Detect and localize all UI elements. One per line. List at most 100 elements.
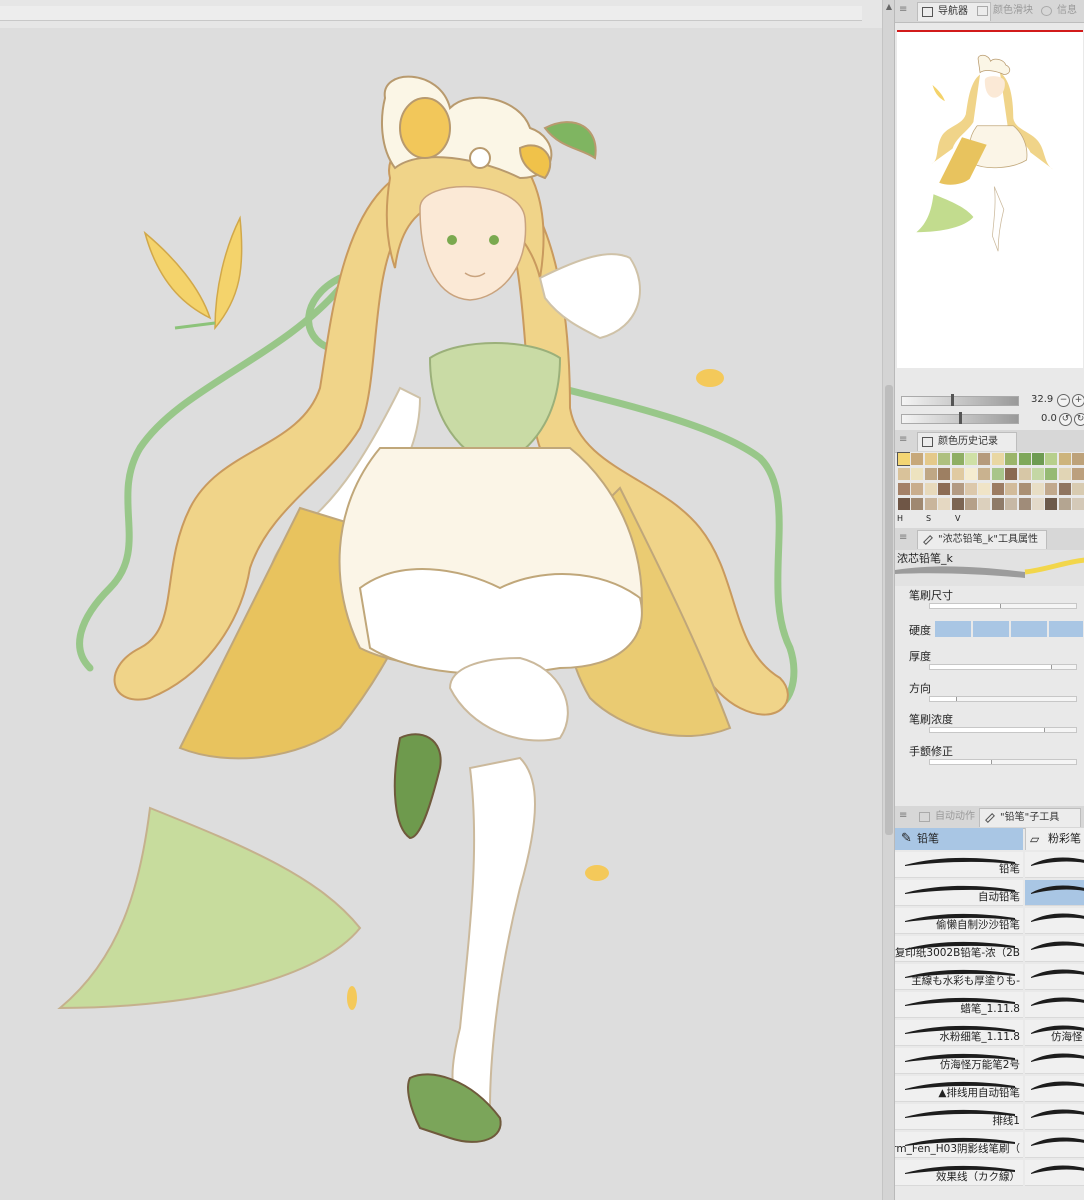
brush-item-secondary[interactable]	[1025, 852, 1084, 878]
zoom-slider[interactable]	[901, 396, 1019, 406]
navigator-preview[interactable]	[897, 30, 1083, 368]
color-swatch[interactable]	[1044, 452, 1059, 466]
brush-item[interactable]: 仿海怪万能笔2号	[895, 1048, 1023, 1074]
color-swatch[interactable]	[1017, 467, 1032, 481]
color-swatch[interactable]	[977, 467, 992, 481]
color-swatch[interactable]	[897, 482, 911, 496]
color-swatch[interactable]	[990, 497, 1005, 511]
color-swatch[interactable]	[1004, 497, 1019, 511]
color-swatch[interactable]	[1017, 452, 1032, 466]
color-swatch[interactable]	[1017, 497, 1032, 511]
color-swatch[interactable]	[937, 452, 952, 466]
color-swatch[interactable]	[1057, 467, 1072, 481]
color-swatch[interactable]	[1017, 482, 1032, 496]
subtool-group-pencil[interactable]: ✎ 铅笔	[895, 828, 1023, 850]
tab-tool-property[interactable]: "浓芯铅笔_k"工具属性	[917, 530, 1047, 549]
color-swatch[interactable]	[977, 482, 992, 496]
color-swatch[interactable]	[937, 497, 952, 511]
brush-item[interactable]: ▲排线用自动铅笔	[895, 1076, 1023, 1102]
brush-item[interactable]: 复印纸3002B铅笔-浓（2B	[895, 936, 1023, 962]
rotate-reset-icon[interactable]: ↺	[1059, 413, 1072, 426]
hardness-level-4[interactable]	[1049, 621, 1084, 637]
color-swatch[interactable]	[923, 467, 938, 481]
color-swatch[interactable]	[1031, 452, 1045, 466]
brush-item[interactable]: 铅笔	[895, 852, 1023, 878]
brush-item-secondary[interactable]: 仿海怪	[1025, 1020, 1084, 1046]
scroll-up-arrow-icon[interactable]: ▲	[884, 2, 894, 12]
color-swatch[interactable]	[990, 452, 1005, 466]
color-swatch[interactable]	[1071, 452, 1084, 466]
canvas-area[interactable]	[0, 0, 882, 1200]
brush-item-secondary[interactable]	[1025, 992, 1084, 1018]
color-swatch[interactable]	[1044, 497, 1059, 511]
panel-grip-icon[interactable]: ≡	[899, 811, 907, 821]
brush-item[interactable]: 偷懒自制沙沙铅笔	[895, 908, 1023, 934]
color-swatch[interactable]	[950, 497, 965, 511]
color-swatch[interactable]	[977, 452, 992, 466]
property-slider[interactable]	[929, 664, 1077, 670]
color-swatch[interactable]	[964, 467, 978, 481]
color-swatch[interactable]	[964, 482, 978, 496]
brush-item-secondary[interactable]	[1025, 1160, 1084, 1186]
property-slider[interactable]	[929, 759, 1077, 765]
brush-item-secondary[interactable]	[1025, 908, 1084, 934]
brush-item[interactable]: 自动铅笔	[895, 880, 1023, 906]
color-swatch[interactable]	[1004, 452, 1019, 466]
tab-info[interactable]: 信息	[1037, 2, 1084, 20]
panel-grip-icon[interactable]: ≡	[899, 5, 907, 15]
color-swatch[interactable]	[923, 482, 938, 496]
scrollbar-thumb[interactable]	[885, 385, 893, 835]
panel-grip-icon[interactable]: ≡	[899, 435, 907, 445]
color-swatch[interactable]	[1057, 452, 1072, 466]
brush-item[interactable]: 效果线（カク線）	[895, 1160, 1023, 1186]
color-swatch[interactable]	[1031, 497, 1045, 511]
color-swatch[interactable]	[910, 482, 925, 496]
color-swatch[interactable]	[1044, 482, 1059, 496]
subtool-group-pastel[interactable]: ▱ 粉彩笔	[1025, 828, 1084, 850]
brush-item-secondary[interactable]	[1025, 1076, 1084, 1102]
brush-item-secondary[interactable]	[1025, 880, 1084, 906]
color-swatch[interactable]	[910, 467, 925, 481]
hardness-level-1[interactable]	[935, 621, 973, 637]
hardness-selector[interactable]	[935, 621, 1084, 637]
color-swatch[interactable]	[950, 482, 965, 496]
color-swatch[interactable]	[1057, 482, 1072, 496]
color-swatch[interactable]	[937, 482, 952, 496]
color-swatch[interactable]	[1031, 482, 1045, 496]
brush-item-secondary[interactable]	[1025, 1048, 1084, 1074]
zoom-out-icon[interactable]: −	[1057, 394, 1070, 407]
brush-item-secondary[interactable]	[1025, 964, 1084, 990]
color-swatch[interactable]	[937, 467, 952, 481]
color-swatch[interactable]	[923, 452, 938, 466]
property-slider[interactable]	[929, 696, 1077, 702]
zoom-slider-knob[interactable]	[951, 394, 954, 406]
color-swatch[interactable]	[1031, 467, 1045, 481]
color-swatch[interactable]	[923, 497, 938, 511]
color-swatch[interactable]	[1071, 482, 1084, 496]
color-swatch[interactable]	[1071, 467, 1084, 481]
hardness-level-2[interactable]	[973, 621, 1011, 637]
hardness-level-3[interactable]	[1011, 621, 1049, 637]
color-swatch[interactable]	[1004, 467, 1019, 481]
color-swatch[interactable]	[1071, 497, 1084, 511]
brush-item[interactable]: 水粉细笔_1.11.8	[895, 1020, 1023, 1046]
brush-item[interactable]: 排线1	[895, 1104, 1023, 1130]
color-swatch[interactable]	[1004, 482, 1019, 496]
rotation-slider-knob[interactable]	[959, 412, 962, 424]
color-swatch[interactable]	[1044, 467, 1059, 481]
brush-item[interactable]: Crm_Fen_H03阴影线笔刷（	[895, 1132, 1023, 1158]
tab-color-history[interactable]: 颜色历史记录	[917, 432, 1017, 451]
color-swatch[interactable]	[897, 452, 911, 466]
brush-item-secondary[interactable]	[1025, 1104, 1084, 1130]
zoom-in-icon[interactable]: +	[1072, 394, 1084, 407]
color-swatch[interactable]	[990, 467, 1005, 481]
color-swatch[interactable]	[910, 452, 925, 466]
panel-grip-icon[interactable]: ≡	[899, 533, 907, 543]
brush-item[interactable]: 主線も水彩も厚塗りも-	[895, 964, 1023, 990]
tab-subtool[interactable]: "铅笔"子工具	[979, 808, 1081, 827]
color-swatch[interactable]	[1057, 497, 1072, 511]
property-slider[interactable]	[929, 603, 1077, 609]
canvas-top-scrollbar[interactable]	[0, 0, 882, 28]
color-swatch[interactable]	[977, 497, 992, 511]
color-swatch[interactable]	[910, 497, 925, 511]
